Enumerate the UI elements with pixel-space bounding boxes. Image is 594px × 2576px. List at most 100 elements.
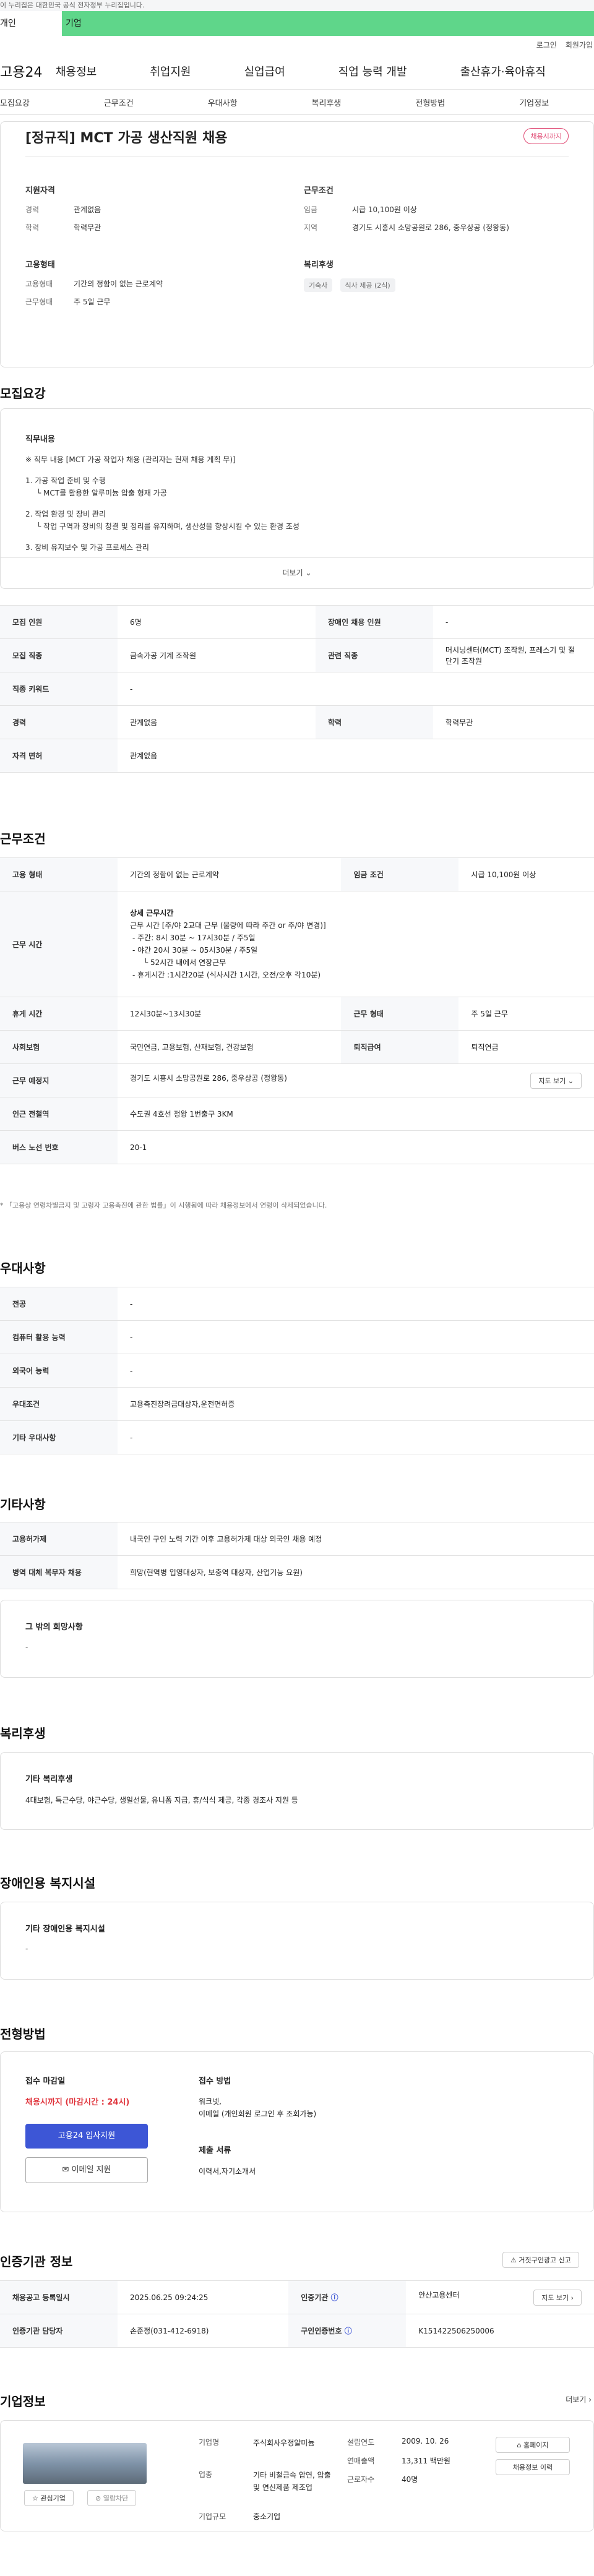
value: 주 5일 근무 bbox=[74, 298, 111, 306]
company-size: 중소기업 bbox=[253, 2512, 281, 2521]
tab-work-conditions[interactable]: 근무조건 bbox=[104, 97, 134, 108]
section-title-preferences: 우대사항 bbox=[0, 1261, 46, 1276]
nav-item-vocational-training[interactable]: 직업 능력 개발 bbox=[338, 63, 407, 79]
company-founded: 2009. 10. 26 bbox=[402, 2437, 449, 2445]
nav-item-parental-leave[interactable]: 출산휴가·육아휴직 bbox=[460, 63, 546, 79]
hours-heading: 상세 근무시간 bbox=[130, 909, 174, 917]
hours-line: - 휴게시간 :1시간20분 (식사시간 1시간, 오전/오후 각10분) bbox=[132, 971, 321, 979]
row-value: 손준정(031-412-6918) bbox=[118, 2314, 289, 2348]
method-heading: 접수 방법 bbox=[199, 2077, 231, 2086]
table-row: 경력 관계없음 학력 학력무관 bbox=[0, 705, 594, 739]
table-row: 직종 키워드 - bbox=[0, 672, 594, 706]
map-button[interactable]: 지도 보기 ⌄ bbox=[530, 1072, 582, 1089]
block-label: 열람차단 bbox=[103, 2494, 129, 2502]
welfare-chip: 기숙사 bbox=[304, 278, 333, 292]
login-link[interactable]: 로그인 bbox=[536, 40, 557, 50]
value: 시급 10,100원 이상 bbox=[352, 205, 417, 214]
duty-line: 2. 작업 환경 및 장비 관리 bbox=[25, 510, 106, 518]
cert-org-value: 안산고용센터 bbox=[418, 2290, 460, 2299]
favorite-company-button[interactable]: ☆ 관심기업 bbox=[24, 2490, 74, 2506]
method-line: 이메일 (개인회원 로그인 후 조회가능) bbox=[199, 2110, 317, 2118]
map-label: 지도 보기 bbox=[538, 1076, 566, 1085]
docs-value: 이력서,자기소개서 bbox=[199, 2167, 256, 2176]
report-label: 거짓구인광고 신고 bbox=[519, 2256, 571, 2264]
company-industry: 기타 비철금속 압연, 압출 및 연신제품 제조업 bbox=[253, 2471, 331, 2492]
tab-benefits[interactable]: 복리후생 bbox=[312, 97, 342, 108]
section-title-certification: 인증기관 정보 bbox=[0, 2254, 73, 2269]
row-value: 주 5일 근무 bbox=[458, 997, 594, 1031]
row-value: 퇴직연금 bbox=[458, 1030, 594, 1064]
row-value: 금속가공 기계 조작원 bbox=[118, 638, 316, 672]
disability-heading: 기타 장애인용 복지시설 bbox=[25, 1925, 105, 1934]
info-icon[interactable]: ⓘ bbox=[331, 2293, 338, 2302]
alert-icon: ⚠ bbox=[510, 2256, 517, 2264]
table-row: 근무 시간 상세 근무시간 근무 시간 [주/야 2교대 근무 (물량에 따라 … bbox=[0, 891, 594, 997]
email-apply-button[interactable]: ✉ 이메일 지원 bbox=[25, 2157, 148, 2183]
table-row: 외국어 능력 - bbox=[0, 1354, 594, 1388]
table-row: 고용허가제 내국인 구인 노력 기간 이후 고용허가제 대상 외국인 채용 예정 bbox=[0, 1522, 594, 1556]
row-label: 학력 bbox=[316, 705, 433, 739]
duty-content: ※ 직무 내용 [MCT 가공 작업자 채용 (관리자는 현재 채용 계획 무)… bbox=[25, 453, 299, 554]
job-history-button[interactable]: 채용정보 이력 bbox=[496, 2459, 570, 2475]
row-value: 내국인 구인 노력 기간 이후 고용허가제 대상 외국인 채용 예정 bbox=[118, 1522, 594, 1556]
tab-personal[interactable]: 개인 bbox=[0, 11, 62, 36]
duty-line: 3. 장비 유지보수 및 가공 프로세스 관리 bbox=[25, 543, 149, 552]
table-row: 컴퓨터 활용 능력 - bbox=[0, 1320, 594, 1354]
row-label: 임금 조건 bbox=[341, 857, 459, 891]
row-value: 학력무관 bbox=[433, 705, 594, 739]
company-box: ☆ 관심기업 ⊘ 열람차단 기업명 주식회사우정알미늄 업종 기타 비철금속 압… bbox=[0, 2420, 594, 2531]
more-button[interactable]: 더보기 ⌄ bbox=[1, 557, 593, 588]
row-label: 버스 노선 번호 bbox=[0, 1130, 118, 1164]
apply-button[interactable]: 고용24 입사지원 bbox=[25, 2124, 148, 2149]
row-label: 모집 직종 bbox=[0, 638, 118, 672]
row-label: 채용공고 등록일시 bbox=[0, 2280, 118, 2314]
star-icon: ☆ bbox=[32, 2494, 38, 2502]
envelope-icon: ✉ bbox=[62, 2165, 69, 2175]
row-value: 20-1 bbox=[118, 1130, 594, 1164]
table-row: 전공 - bbox=[0, 1287, 594, 1321]
homepage-button[interactable]: ⌂ 홈페이지 bbox=[496, 2437, 570, 2453]
nav-item-jobs[interactable]: 채용정보 bbox=[56, 63, 97, 79]
table-row: 채용공고 등록일시 2025.06.25 09:24:25 인증기관 ⓘ 안산고용… bbox=[0, 2280, 594, 2314]
hope-value: - bbox=[25, 1642, 28, 1651]
row-label: 인근 전철역 bbox=[0, 1097, 118, 1131]
row-label: 고용 형태 bbox=[0, 857, 118, 891]
tab-company-info[interactable]: 기업정보 bbox=[519, 97, 549, 108]
employment-heading: 고용형태 bbox=[25, 260, 55, 270]
tab-company[interactable]: 기업 bbox=[62, 11, 594, 36]
table-row: 모집 인원 6명 장애인 채용 인원 - bbox=[0, 605, 594, 639]
tab-preferences[interactable]: 우대사항 bbox=[208, 97, 238, 108]
row-value: 국민연금, 고용보험, 산재보험, 건강보험 bbox=[118, 1030, 342, 1064]
map-label: 지도 보기 bbox=[541, 2293, 569, 2302]
cert-org-label: 인증기관 bbox=[301, 2293, 329, 2302]
row-label: 장애인 채용 인원 bbox=[316, 605, 433, 639]
company-more-link[interactable]: 더보기 › bbox=[566, 2394, 592, 2405]
nav-item-employment-support[interactable]: 취업지원 bbox=[150, 63, 191, 79]
row-value: 희망(현역병 입영대상자, 보충역 대상자, 산업기능 요원) bbox=[118, 1555, 594, 1589]
hours-line: 근무 시간 [주/야 2교대 근무 (물량에 따라 주간 or 주/야 변경)] bbox=[130, 921, 326, 930]
row-value: - bbox=[433, 605, 594, 639]
report-button[interactable]: ⚠ 거짓구인광고 신고 bbox=[502, 2252, 579, 2268]
join-link[interactable]: 회원가입 bbox=[566, 40, 593, 50]
tab-recruit[interactable]: 모집요강 bbox=[0, 97, 30, 108]
row-value: 관계없음 bbox=[118, 739, 594, 773]
label: 업종 bbox=[199, 2470, 213, 2479]
company-employees: 40명 bbox=[402, 2475, 418, 2484]
site-logo[interactable]: 고용24 bbox=[0, 61, 56, 81]
hours-line: └ 52시간 내에서 연장근무 bbox=[144, 958, 226, 967]
block-company-button[interactable]: ⊘ 열람차단 bbox=[87, 2490, 137, 2506]
nav-item-unemployment-benefit[interactable]: 실업급여 bbox=[244, 63, 285, 79]
tab-process[interactable]: 전형방법 bbox=[415, 97, 445, 108]
benefit-value: 4대보험, 특근수당, 야근수당, 생일선물, 유니폼 지급, 휴/식식 제공,… bbox=[25, 1796, 298, 1805]
row-label: 외국어 능력 bbox=[0, 1354, 118, 1388]
row-value: - bbox=[118, 1420, 594, 1454]
place-text: 경기도 시흥시 소망공원로 286, 중우상공 (정왕동) bbox=[130, 1073, 287, 1083]
info-icon[interactable]: ⓘ bbox=[345, 2327, 352, 2335]
company-sales: 13,311 백만원 bbox=[402, 2457, 450, 2465]
row-label: 근무 시간 bbox=[0, 891, 118, 997]
label: 고용형태 bbox=[25, 280, 53, 288]
map-button[interactable]: 지도 보기 › bbox=[533, 2289, 582, 2306]
qualification-heading: 지원자격 bbox=[25, 186, 55, 195]
value: 경기도 시흥시 소망공원로 286, 중우상공 (정왕동) bbox=[352, 223, 509, 232]
value: 관계없음 bbox=[74, 205, 101, 214]
